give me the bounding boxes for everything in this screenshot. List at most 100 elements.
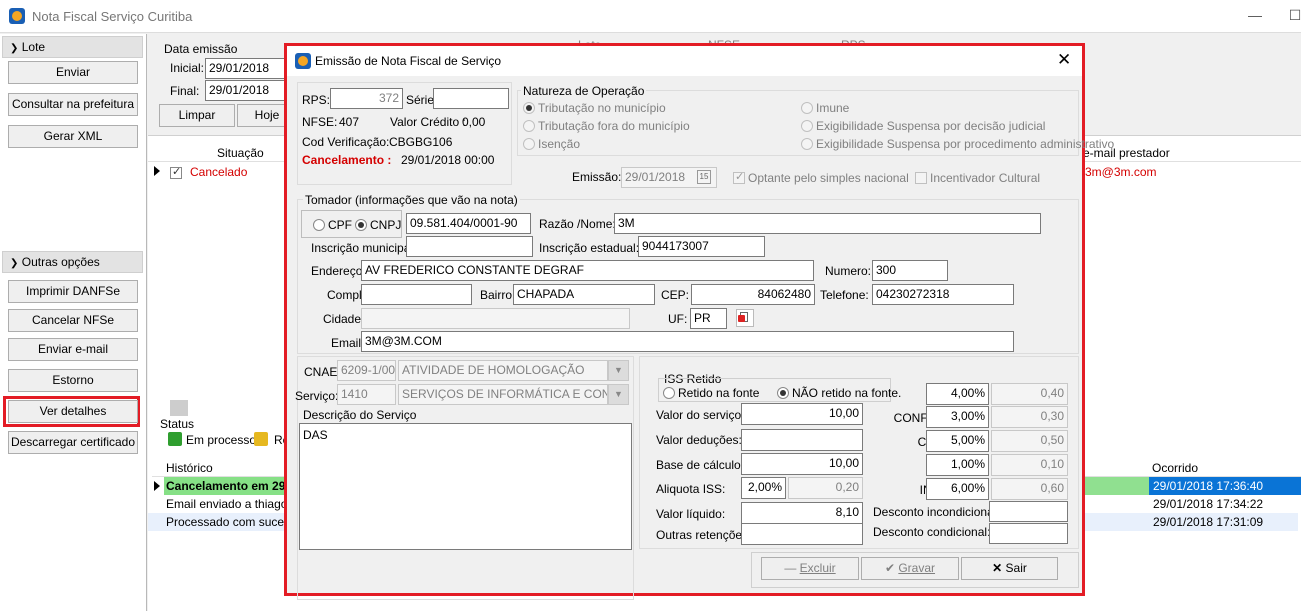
chevron-down-icon[interactable]: ▼ xyxy=(608,360,629,381)
history-date: 29/01/2018 17:36:40 xyxy=(1149,477,1301,495)
telefone-input[interactable]: 04230272318 xyxy=(872,284,1014,305)
minimize-icon[interactable]: — xyxy=(1245,5,1265,25)
nat-isencao[interactable]: Isenção xyxy=(523,137,580,151)
enviar-email-button[interactable]: Enviar e-mail xyxy=(8,338,138,361)
radio-icon xyxy=(801,138,813,150)
nao-retido-radio[interactable]: NÃO retido na fonte. xyxy=(777,386,901,400)
optante-checkbox[interactable]: Optante pelo simples nacional xyxy=(733,170,909,185)
cancelar-nfse-button[interactable]: Cancelar NFSe xyxy=(8,309,138,332)
servico-desc-select[interactable]: SERVIÇOS DE INFORMÁTICA E CONGÊI xyxy=(398,384,608,405)
calendar-icon[interactable]: 15 xyxy=(697,170,711,184)
inss-value-input[interactable]: 0,60 xyxy=(991,478,1068,500)
descricao-textarea[interactable]: DAS xyxy=(299,423,632,550)
insc-estadual-input[interactable]: 9044173007 xyxy=(638,236,765,257)
data-inicial-input[interactable]: 29/01/2018 xyxy=(205,58,285,79)
cnae-desc-select[interactable]: ATIVIDADE DE HOMOLOGAÇÃO xyxy=(398,360,608,381)
cnpj-input[interactable]: 09.581.404/0001-90 xyxy=(406,213,531,234)
col-historico[interactable]: Histórico xyxy=(166,461,213,475)
ver-detalhes-button[interactable]: Ver detalhes xyxy=(8,400,138,423)
uf-label: UF: xyxy=(668,312,688,326)
numero-input[interactable]: 300 xyxy=(872,260,948,281)
csll-pct-input[interactable]: 5,00% xyxy=(926,430,989,452)
app-logo-icon xyxy=(9,8,25,24)
outras-opcoes-section-header[interactable]: ❯ Outras opções xyxy=(2,251,143,273)
radio-icon xyxy=(313,219,325,231)
csll-value-input[interactable]: 0,50 xyxy=(991,430,1068,452)
outras-retencoes-input[interactable] xyxy=(741,523,863,545)
valor-deducoes-input[interactable] xyxy=(741,429,863,451)
nat-exig-judicial[interactable]: Exigibilidade Suspensa por decisão judic… xyxy=(801,119,1045,133)
nat-tributacao-fora[interactable]: Tributação fora do município xyxy=(523,119,690,133)
sair-button[interactable]: ✕ Sair xyxy=(961,557,1058,580)
sidebar: ❯ Lote Enviar Consultar na prefeitura Ge… xyxy=(0,34,147,611)
nat-tributacao-municipio[interactable]: Tributação no município xyxy=(523,101,666,115)
bairro-input[interactable]: CHAPADA xyxy=(513,284,655,305)
data-emissao-label: Data emissão xyxy=(164,42,238,56)
app-title: Nota Fiscal Serviço Curitiba xyxy=(32,9,193,24)
estorno-button[interactable]: Estorno xyxy=(8,369,138,392)
cpf-radio[interactable]: CPF xyxy=(313,218,352,232)
cnae-code-input[interactable]: 6209-1/00 xyxy=(337,360,396,381)
endereco-input[interactable]: AV FREDERICO CONSTANTE DEGRAF xyxy=(361,260,814,281)
insc-municipal-label: Inscrição municipal: xyxy=(311,241,417,255)
limpar-button[interactable]: Limpar xyxy=(159,104,235,127)
cancelamento-value: 29/01/2018 00:00 xyxy=(401,153,495,167)
rps-input[interactable]: 372 xyxy=(330,88,403,109)
ir-pct-input[interactable]: 1,00% xyxy=(926,454,989,476)
data-final-input[interactable]: 29/01/2018 xyxy=(205,80,285,101)
inss-pct-input[interactable]: 6,00% xyxy=(926,478,989,500)
nat-imune[interactable]: Imune xyxy=(801,101,849,115)
imprimir-danfse-button[interactable]: Imprimir DANFSe xyxy=(8,280,138,303)
excluir-button[interactable]: — Excluir xyxy=(761,557,859,580)
servico-code-input[interactable]: 1410 xyxy=(337,384,396,405)
col-situacao[interactable]: Situação xyxy=(217,146,264,160)
desconto-condicional-input[interactable] xyxy=(989,523,1068,544)
valor-servico-input[interactable]: 10,00 xyxy=(741,403,863,425)
razao-input[interactable]: 3M xyxy=(614,213,1041,234)
gravar-button[interactable]: ✔ Gravar xyxy=(861,557,959,580)
cep-input[interactable]: 84062480 xyxy=(691,284,815,305)
pis-pct-input[interactable]: 4,00% xyxy=(926,383,989,405)
rps-label: RPS: xyxy=(302,93,331,107)
final-label: Final: xyxy=(170,84,200,98)
descarregar-certificado-button[interactable]: Descarregar certificado xyxy=(8,431,138,454)
endereco-label: Endereço: xyxy=(311,264,366,278)
cidade-input[interactable] xyxy=(361,308,630,329)
email-input[interactable]: 3M@3M.COM xyxy=(361,331,1014,352)
base-calculo-input[interactable]: 10,00 xyxy=(741,453,863,475)
maximize-icon[interactable]: ☐ xyxy=(1285,5,1301,25)
email-label: Email: xyxy=(331,336,365,350)
ir-value-input[interactable]: 0,10 xyxy=(991,454,1068,476)
search-city-icon[interactable] xyxy=(736,309,754,327)
checkbox-icon xyxy=(915,172,927,184)
cnpj-radio[interactable]: CNPJ xyxy=(355,218,401,232)
uf-input[interactable]: PR xyxy=(690,308,727,329)
confins-pct-input[interactable]: 3,00% xyxy=(926,406,989,428)
row-checkbox[interactable] xyxy=(170,165,182,179)
confins-value-input[interactable]: 0,30 xyxy=(991,406,1068,428)
enviar-button[interactable]: Enviar xyxy=(8,61,138,84)
gerar-xml-button[interactable]: Gerar XML xyxy=(8,125,138,148)
cep-label: CEP: xyxy=(661,288,690,302)
lote-section-header[interactable]: ❯ Lote xyxy=(2,36,143,58)
desconto-incondicional-input[interactable] xyxy=(989,501,1068,522)
re-swatch xyxy=(254,432,268,446)
valor-liquido-input[interactable]: 8,10 xyxy=(741,502,863,524)
consultar-prefeitura-button[interactable]: Consultar na prefeitura xyxy=(8,93,138,116)
aliquota-value-input[interactable]: 0,20 xyxy=(788,477,863,499)
insc-municipal-input[interactable] xyxy=(406,236,533,257)
scrollbar-thumb[interactable] xyxy=(170,400,188,416)
incentivador-checkbox[interactable]: Incentivador Cultural xyxy=(915,171,1040,185)
pis-value-input[interactable]: 0,40 xyxy=(991,383,1068,405)
close-icon[interactable]: ✕ xyxy=(1057,50,1071,70)
serie-input[interactable] xyxy=(433,88,509,109)
history-text: Cancelamento em 29 xyxy=(164,477,292,495)
chevron-down-icon[interactable]: ▼ xyxy=(608,384,629,405)
aliquota-pct-input[interactable]: 2,00% xyxy=(741,477,786,499)
compl-input[interactable] xyxy=(361,284,472,305)
base-calculo-label: Base de cálculo: xyxy=(656,458,745,472)
col-ocorrido[interactable]: Ocorrido xyxy=(1152,461,1198,475)
nat-exig-administrativo[interactable]: Exigibilidade Suspensa por procedimento … xyxy=(801,137,1114,151)
retido-radio[interactable]: Retido na fonte xyxy=(663,386,759,400)
desconto-incondicional-label: Desconto incondicional: xyxy=(873,505,1000,519)
